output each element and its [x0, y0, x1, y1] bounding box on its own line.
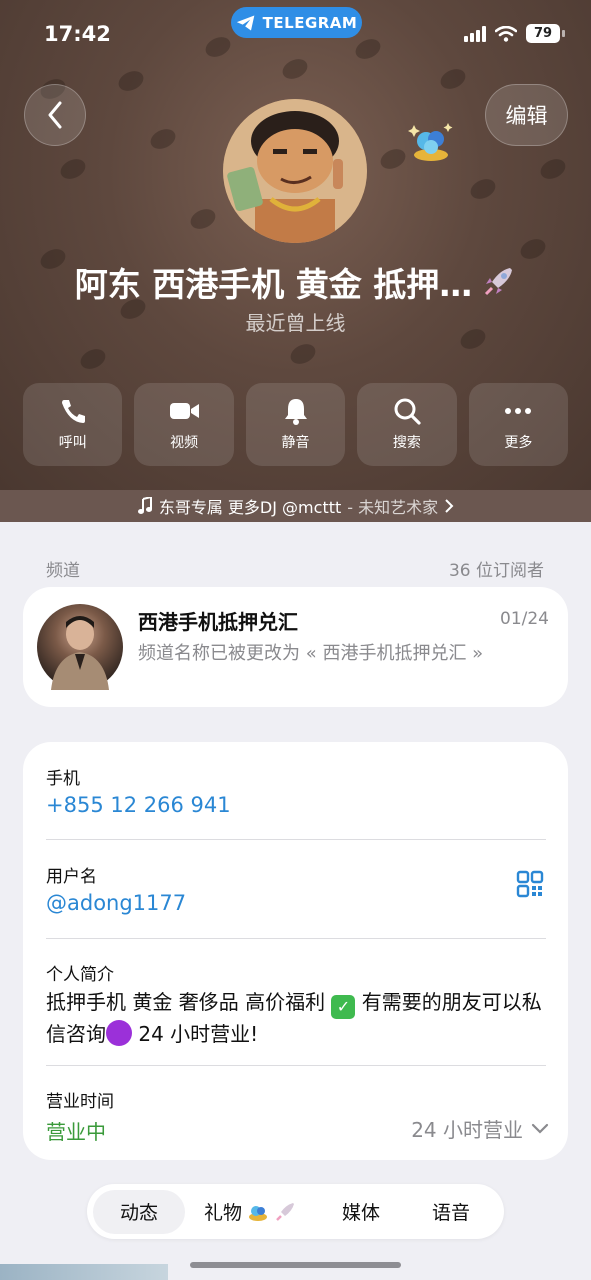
profile-header: 17:42 TELEGRAM 79 编辑 阿东 西港手机 黄金 抵押… 最近曾上…: [0, 0, 591, 490]
rocket-emoji-icon: [485, 268, 513, 296]
chevron-left-icon: [48, 101, 62, 129]
telegram-pill[interactable]: TELEGRAM: [231, 7, 362, 38]
bio-label: 个人简介: [46, 965, 114, 985]
tab-gifts[interactable]: 礼物: [185, 1190, 315, 1234]
telegram-plane-icon: [236, 15, 254, 30]
hours-label: 营业时间: [46, 1092, 114, 1112]
video-button[interactable]: 视频: [134, 383, 234, 466]
mute-button[interactable]: 静音: [245, 383, 346, 466]
more-icon: [505, 408, 532, 414]
rocket-icon: [276, 1202, 294, 1221]
video-label: 视频: [170, 435, 199, 451]
profile-name-row: 阿东 西港手机 黄金 抵押…: [0, 258, 591, 306]
home-indicator[interactable]: [190, 1262, 401, 1268]
phone-row[interactable]: 手机 +855 12 266 941: [46, 764, 545, 817]
more-button[interactable]: 更多: [468, 383, 569, 466]
music-artist: - 未知艺术家: [347, 498, 439, 517]
channel-date: 01/24: [500, 609, 549, 629]
more-label: 更多: [504, 435, 533, 451]
status-indicators: 79: [464, 24, 565, 43]
username-value[interactable]: @adong1177: [46, 891, 545, 915]
signal-icon: [464, 25, 486, 42]
phone-label: 手机: [46, 769, 80, 789]
username-row[interactable]: 用户名 @adong1177: [46, 862, 545, 915]
profile-avatar[interactable]: [223, 99, 367, 243]
chevron-down-icon: [531, 1123, 549, 1134]
username-label: 用户名: [46, 867, 97, 887]
channel-avatar-illustration: [51, 616, 109, 690]
call-label: 呼叫: [58, 435, 87, 451]
channel-section-label: 频道: [46, 561, 80, 581]
tab-voice-label: 语音: [431, 1202, 470, 1224]
gift-badge-icon[interactable]: [404, 115, 458, 169]
profile-name: 阿东 西港手机 黄金 抵押…: [74, 265, 473, 304]
checkmark-emoji-icon: ✓: [331, 995, 356, 1019]
phone-value[interactable]: +855 12 266 941: [46, 793, 545, 817]
bell-icon: [284, 399, 307, 425]
edit-button[interactable]: 编辑: [485, 84, 568, 146]
tab-media[interactable]: 媒体: [315, 1190, 407, 1234]
battery-tip: [562, 30, 565, 37]
channel-avatar: [37, 604, 123, 690]
media-preview-strip: [0, 1264, 168, 1280]
call-button[interactable]: 呼叫: [23, 383, 123, 466]
channel-card[interactable]: 西港手机抵押兑汇 01/24 频道名称已被更改为 « 西港手机抵押兑汇 »: [23, 587, 568, 707]
tab-gifts-label: 礼物: [203, 1202, 242, 1224]
subscriber-count: 36 位订阅者: [448, 561, 544, 581]
music-note-icon: [137, 497, 152, 514]
tab-media-label: 媒体: [341, 1202, 380, 1224]
search-icon: [394, 398, 421, 425]
bio-row: 个人简介 抵押手机 黄金 奢侈品 高价福利 ✓ 有需要的朋友可以私信咨询 24 …: [46, 960, 545, 1050]
status-time: 17:42: [44, 22, 111, 46]
search-label: 搜索: [392, 435, 421, 451]
back-button[interactable]: [24, 84, 86, 146]
divider: [46, 938, 546, 939]
music-title: 东哥专属 更多DJ @mcttt: [158, 498, 342, 517]
telegram-pill-label: TELEGRAM: [262, 13, 358, 32]
bio-part3: 24 小时营业!: [132, 1022, 259, 1046]
search-button[interactable]: 搜索: [357, 383, 457, 466]
bio-part1: 抵押手机 黄金 奢侈品 高价福利: [46, 990, 326, 1014]
qr-code-icon[interactable]: [516, 870, 544, 898]
channel-last-message: 频道名称已被更改为 « 西港手机抵押兑汇 »: [138, 643, 484, 664]
tab-posts[interactable]: 动态: [93, 1189, 185, 1234]
battery-icon: 79: [526, 24, 560, 43]
channel-title: 西港手机抵押兑汇: [138, 610, 298, 634]
divider: [46, 839, 546, 840]
gift-cake-icon: [249, 1205, 267, 1221]
bio-text: 抵押手机 黄金 奢侈品 高价福利 ✓ 有需要的朋友可以私信咨询 24 小时营业!: [46, 987, 545, 1050]
last-seen-status: 最近曾上线: [245, 311, 346, 335]
phone-icon: [61, 400, 85, 423]
tab-posts-label: 动态: [119, 1202, 158, 1224]
hours-detail-toggle[interactable]: 24 小时营业: [411, 1114, 549, 1143]
action-bar: 呼叫 视频 静音 搜索 更多: [23, 383, 569, 466]
avatar-illustration: [223, 99, 367, 243]
purple-circle-emoji-icon: [106, 1020, 132, 1046]
chevron-right-icon: [445, 499, 454, 513]
profile-music-bar[interactable]: 东哥专属 更多DJ @mcttt - 未知艺术家: [0, 490, 591, 522]
mute-label: 静音: [281, 435, 310, 451]
media-tabs: 动态 礼物 媒体 语音: [87, 1184, 504, 1239]
divider: [46, 1065, 546, 1066]
tab-voice[interactable]: 语音: [407, 1190, 495, 1234]
battery-level: 79: [533, 26, 553, 41]
info-card: 手机 +855 12 266 941 用户名 @adong1177 个人简介 抵…: [23, 742, 568, 1160]
wifi-icon: [495, 25, 517, 42]
hours-detail: 24 小时营业: [411, 1118, 523, 1142]
video-icon: [170, 403, 200, 419]
